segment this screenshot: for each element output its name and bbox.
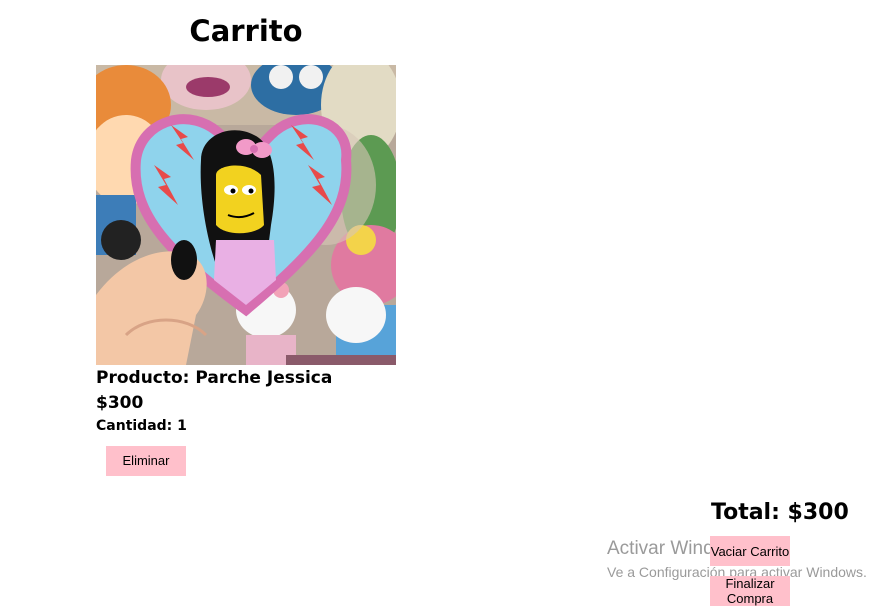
page-title: Carrito [189,14,303,48]
product-quantity: Cantidad: 1 [96,418,187,434]
finish-purchase-button[interactable]: Finalizar Compra [710,576,790,606]
cart-total: Total: $300 [711,500,849,525]
product-price: $300 [96,393,144,413]
product-name: Producto: Parche Jessica [96,368,333,388]
product-image [96,65,396,365]
remove-item-button[interactable]: Eliminar [106,446,186,476]
empty-cart-button[interactable]: Vaciar Carrito [710,536,790,566]
